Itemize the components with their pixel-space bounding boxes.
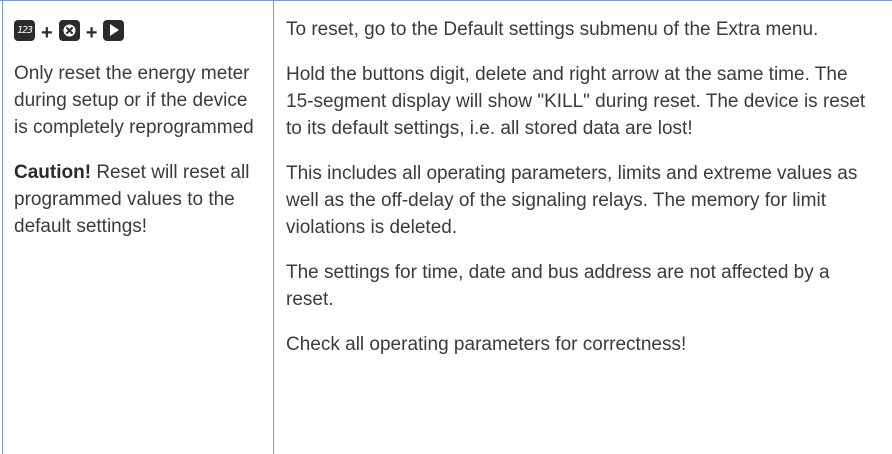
paragraph-default-settings: To reset, go to the Default settings sub… bbox=[286, 19, 819, 40]
plus-sign: + bbox=[41, 22, 53, 44]
paragraph-check-parameters: Check all operating parameters for corre… bbox=[286, 334, 687, 355]
column-divider bbox=[273, 0, 274, 454]
caution-label: Caution! bbox=[14, 162, 92, 183]
right-arrow-key-icon bbox=[103, 19, 125, 41]
digit-key-icon: 123 bbox=[14, 19, 35, 41]
setup-note: Only reset the energy meter during setup… bbox=[14, 63, 254, 138]
right-cell: To reset, go to the Default settings sub… bbox=[286, 16, 876, 376]
table-left-border bbox=[2, 0, 3, 454]
paragraph-includes: This includes all operating parameters, … bbox=[286, 163, 858, 238]
paragraph-not-affected: The settings for time, date and bus addr… bbox=[286, 262, 830, 310]
left-cell: 123 + + Only reset the energy meter duri… bbox=[14, 16, 264, 240]
delete-key-icon bbox=[58, 19, 80, 41]
table-top-border bbox=[0, 0, 892, 1]
key-combination: 123 + + bbox=[14, 16, 264, 44]
plus-sign-2: + bbox=[85, 22, 98, 44]
paragraph-hold-buttons: Hold the buttons digit, delete and right… bbox=[286, 64, 866, 139]
caution-note: Caution! Reset will reset all programmed… bbox=[14, 159, 264, 240]
